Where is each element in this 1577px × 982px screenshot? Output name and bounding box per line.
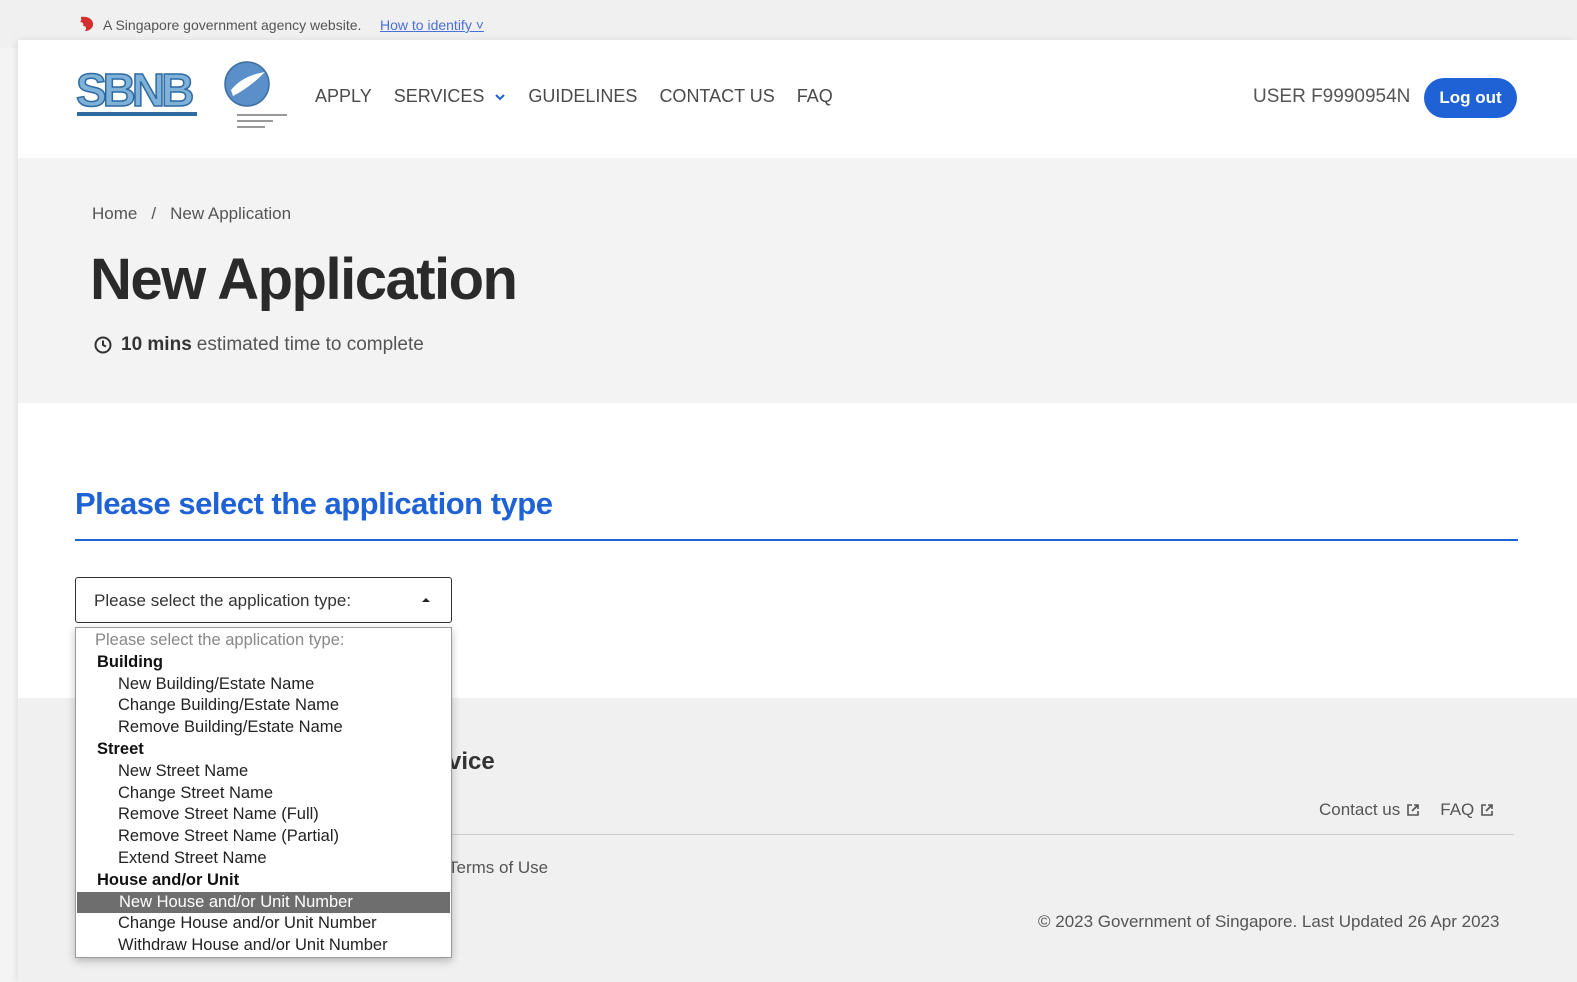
footer-contact-label: Contact us bbox=[1319, 800, 1401, 819]
dropdown-option[interactable]: Change House and/or Unit Number bbox=[76, 913, 451, 935]
page-hero: Home / New Application New Application 1… bbox=[18, 158, 1577, 403]
dropdown-option[interactable]: New Building/Estate Name bbox=[76, 674, 451, 696]
singapore-lion-icon bbox=[80, 16, 94, 31]
breadcrumb-separator: / bbox=[151, 204, 157, 223]
footer-links: Contact us FAQ bbox=[1319, 800, 1494, 820]
footer-faq-link[interactable]: FAQ bbox=[1440, 800, 1494, 820]
dropdown-group-house-unit: House and/or Unit bbox=[97, 870, 240, 889]
dropdown-option[interactable]: Remove Building/Estate Name bbox=[76, 717, 451, 739]
footer-faq-label: FAQ bbox=[1440, 800, 1475, 819]
main-nav: APPLY SERVICES GUIDELINES CONTACT US FAQ bbox=[315, 86, 855, 107]
nav-apply[interactable]: APPLY bbox=[315, 86, 372, 107]
site-header: SBNB APPLY SERVICES GUIDELINES CONTACT U… bbox=[18, 40, 1577, 158]
dropdown-option[interactable]: Change Building/Estate Name bbox=[76, 695, 451, 717]
dropdown-group-building: Building bbox=[97, 652, 163, 671]
application-type-dropdown: Please select the application type: Buil… bbox=[75, 627, 452, 958]
user-id: USER F9990954N bbox=[1253, 86, 1411, 107]
estimated-time-value: 10 mins bbox=[121, 334, 192, 355]
nav-contact-us[interactable]: CONTACT US bbox=[659, 86, 774, 107]
dropdown-option[interactable]: Withdraw House and/or Unit Number bbox=[76, 935, 451, 957]
nav-faq[interactable]: FAQ bbox=[797, 86, 833, 107]
dropdown-option[interactable]: Extend Street Name bbox=[76, 848, 451, 870]
nav-services-label: SERVICES bbox=[393, 86, 485, 106]
dropdown-placeholder-option[interactable]: Please select the application type: bbox=[76, 630, 451, 652]
select-current-value: Please select the application type: bbox=[94, 591, 352, 610]
svg-text:SBNB: SBNB bbox=[76, 64, 193, 116]
how-to-identify-link[interactable]: How to identify ˅ bbox=[380, 17, 484, 33]
terms-of-use-link[interactable]: Terms of Use bbox=[448, 858, 548, 878]
dropdown-option[interactable]: Remove Street Name (Full) bbox=[76, 804, 451, 826]
page-title: New Application bbox=[90, 247, 518, 312]
dropdown-option[interactable]: New Street Name bbox=[76, 761, 451, 783]
footer-copyright: © 2023 Government of Singapore. Last Upd… bbox=[1038, 912, 1500, 931]
breadcrumb-current: New Application bbox=[170, 204, 292, 223]
heading-divider bbox=[75, 539, 1518, 541]
dropdown-option-highlighted[interactable]: New House and/or Unit Number bbox=[77, 891, 450, 914]
estimated-time-text: estimated time to complete bbox=[196, 334, 424, 355]
application-type-heading: Please select the application type bbox=[75, 486, 553, 521]
estimated-time: 10 mins estimated time to complete bbox=[94, 334, 424, 356]
footer-title: vice bbox=[448, 748, 495, 775]
external-link-icon bbox=[1407, 804, 1420, 816]
caret-up-icon bbox=[422, 598, 430, 602]
dropdown-option[interactable]: Remove Street Name (Partial) bbox=[76, 826, 451, 848]
logout-button[interactable]: Log out bbox=[1424, 78, 1517, 118]
breadcrumb: Home / New Application bbox=[92, 204, 291, 224]
dropdown-option[interactable]: Change Street Name bbox=[76, 783, 451, 805]
chevron-down-icon bbox=[495, 93, 506, 100]
breadcrumb-home[interactable]: Home bbox=[92, 204, 137, 224]
application-type-select[interactable]: Please select the application type: bbox=[75, 577, 452, 623]
footer-contact-link[interactable]: Contact us bbox=[1319, 800, 1420, 820]
clock-icon bbox=[94, 336, 112, 354]
masthead-text: A Singapore government agency website. bbox=[103, 17, 362, 33]
nav-guidelines[interactable]: GUIDELINES bbox=[528, 86, 637, 107]
dropdown-group-street: Street bbox=[97, 739, 144, 758]
nav-services[interactable]: SERVICES bbox=[394, 86, 507, 107]
external-link-icon bbox=[1481, 804, 1494, 816]
sbnb-logo[interactable]: SBNB bbox=[75, 62, 200, 124]
sla-logo[interactable] bbox=[223, 60, 293, 136]
